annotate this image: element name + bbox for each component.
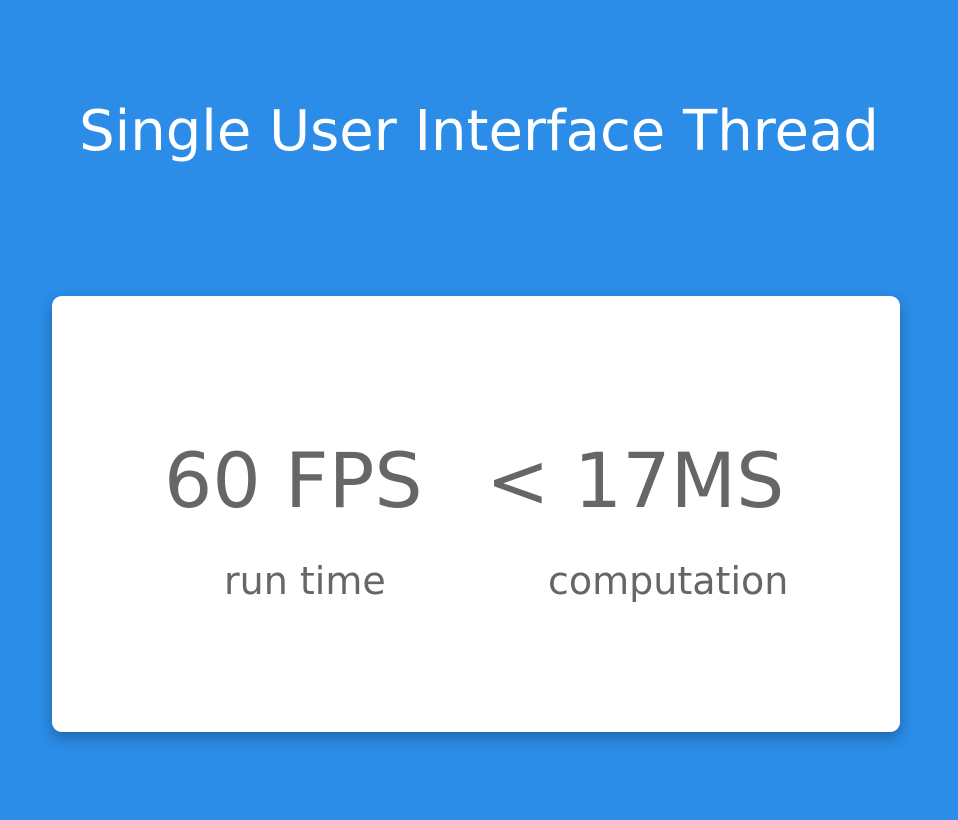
ms-caption: computation — [548, 559, 789, 603]
page-title: Single User Interface Thread — [79, 99, 879, 164]
stats-card: 60 FPS < 17MS run time computation — [52, 296, 900, 732]
fps-caption: run time — [224, 559, 386, 603]
ms-value: < 17MS — [486, 436, 785, 525]
fps-value: 60 FPS — [164, 436, 423, 525]
